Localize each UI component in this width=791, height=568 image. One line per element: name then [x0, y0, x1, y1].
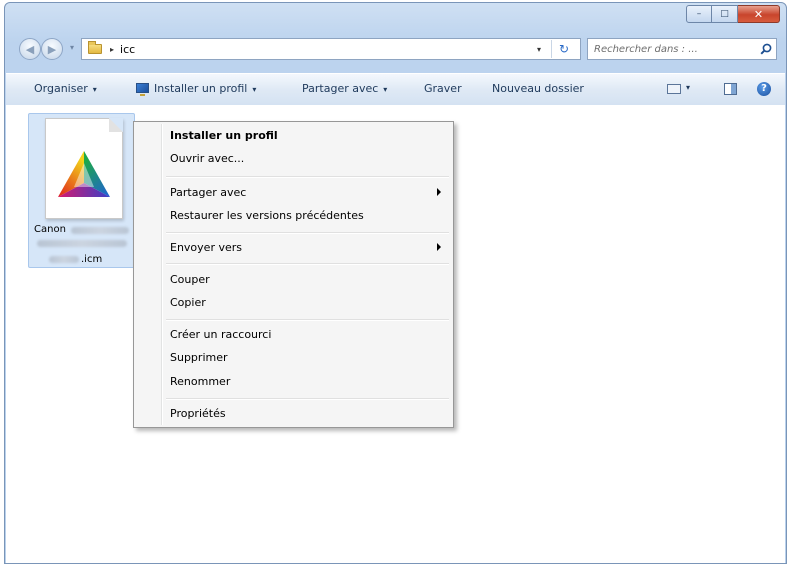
menu-item-label: Renommer [170, 375, 231, 388]
explorer-window: – □ ✕ ◀ ▶ ▾ ▸ icc ▾ ↻ Rechercher dans : … [4, 2, 787, 564]
help-icon[interactable]: ? [757, 82, 771, 96]
submenu-arrow-icon [437, 188, 441, 196]
breadcrumb-separator-icon[interactable]: ▸ [110, 45, 114, 54]
menu-item-cut[interactable]: Couper [136, 270, 451, 290]
organize-button[interactable]: Organiser ▾ [34, 82, 97, 95]
menu-item-restore-previous-versions[interactable]: Restaurer les versions précédentes [136, 206, 451, 226]
file-list-area[interactable]: Canon .icm Installer un profil Ouvrir av… [6, 105, 785, 563]
menu-item-label: Installer un profil [170, 129, 278, 142]
command-bar: Organiser ▾ Installer un profil ▾ Partager… [6, 73, 785, 106]
breadcrumb-icc[interactable]: icc [120, 43, 135, 56]
address-bar[interactable]: ▸ icc ▾ ↻ [81, 38, 581, 60]
search-input[interactable]: Rechercher dans : ... [587, 38, 777, 60]
menu-item-create-shortcut[interactable]: Créer un raccourci [136, 325, 451, 345]
refresh-button[interactable]: ↻ [551, 40, 576, 58]
menu-separator [166, 263, 449, 265]
menu-item-rename[interactable]: Renommer [136, 372, 451, 392]
menu-item-label: Propriétés [170, 407, 226, 420]
menu-item-delete[interactable]: Supprimer [136, 348, 451, 368]
folder-icon [88, 41, 102, 54]
menu-item-label: Couper [170, 273, 210, 286]
menu-item-label: Partager avec [170, 186, 247, 199]
menu-item-send-to[interactable]: Envoyer vers [136, 238, 451, 258]
burn-button[interactable]: Graver [424, 82, 462, 95]
new-folder-button[interactable]: Nouveau dossier [492, 82, 584, 95]
share-with-button[interactable]: Partager avec ▾ [302, 82, 387, 95]
install-profile-button[interactable]: Installer un profil ▾ [136, 82, 257, 96]
menu-item-share-with[interactable]: Partager avec [136, 183, 451, 203]
menu-separator [166, 176, 449, 178]
context-menu: Installer un profil Ouvrir avec... Parta… [133, 121, 454, 428]
submenu-arrow-icon [437, 243, 441, 251]
views-icon[interactable] [667, 84, 681, 94]
install-profile-label: Installer un profil [154, 82, 248, 95]
share-with-label: Partager avec [302, 82, 379, 95]
search-icon[interactable] [760, 43, 772, 55]
menu-separator [166, 232, 449, 234]
views-dropdown-icon[interactable]: ▾ [686, 83, 690, 92]
preview-pane-icon[interactable] [724, 83, 737, 95]
menu-item-label: Copier [170, 296, 206, 309]
caption-buttons: – □ ✕ [686, 5, 780, 23]
blurred-filename [37, 240, 127, 247]
document-thumbnail [45, 118, 123, 219]
blurred-filename [49, 256, 79, 263]
search-placeholder: Rechercher dans : ... [594, 43, 698, 55]
forward-button[interactable]: ▶ [41, 38, 63, 60]
menu-separator [166, 398, 449, 400]
chevron-down-icon: ▾ [92, 85, 97, 94]
menu-item-label: Envoyer vers [170, 241, 242, 254]
chevron-down-icon: ▾ [383, 85, 388, 94]
file-name-label: Canon [34, 224, 66, 235]
monitor-icon [136, 83, 149, 96]
file-extension-label: .icm [81, 254, 103, 265]
back-button[interactable]: ◀ [19, 38, 41, 60]
maximize-button[interactable]: □ [712, 5, 738, 23]
menu-item-install-profile[interactable]: Installer un profil [136, 126, 451, 146]
menu-item-properties[interactable]: Propriétés [136, 404, 451, 424]
close-button[interactable]: ✕ [738, 5, 780, 23]
navigation-row: ◀ ▶ ▾ ▸ icc ▾ ↻ Rechercher dans : ... [11, 37, 780, 63]
menu-item-label: Supprimer [170, 351, 228, 364]
menu-item-label: Restaurer les versions précédentes [170, 209, 364, 222]
address-dropdown-button[interactable]: ▾ [532, 40, 546, 58]
minimize-button[interactable]: – [686, 5, 712, 23]
blurred-filename [71, 227, 129, 234]
menu-item-label: Créer un raccourci [170, 328, 272, 341]
menu-item-copy[interactable]: Copier [136, 293, 451, 313]
menu-item-label: Ouvrir avec... [170, 152, 245, 165]
chevron-down-icon: ▾ [252, 85, 257, 94]
color-profile-icon [58, 151, 110, 197]
menu-item-open-with[interactable]: Ouvrir avec... [136, 149, 451, 169]
recent-pages-dropdown[interactable]: ▾ [67, 43, 77, 52]
organize-label: Organiser [34, 82, 88, 95]
file-icm-item[interactable]: Canon .icm [28, 113, 135, 268]
menu-separator [166, 319, 449, 321]
